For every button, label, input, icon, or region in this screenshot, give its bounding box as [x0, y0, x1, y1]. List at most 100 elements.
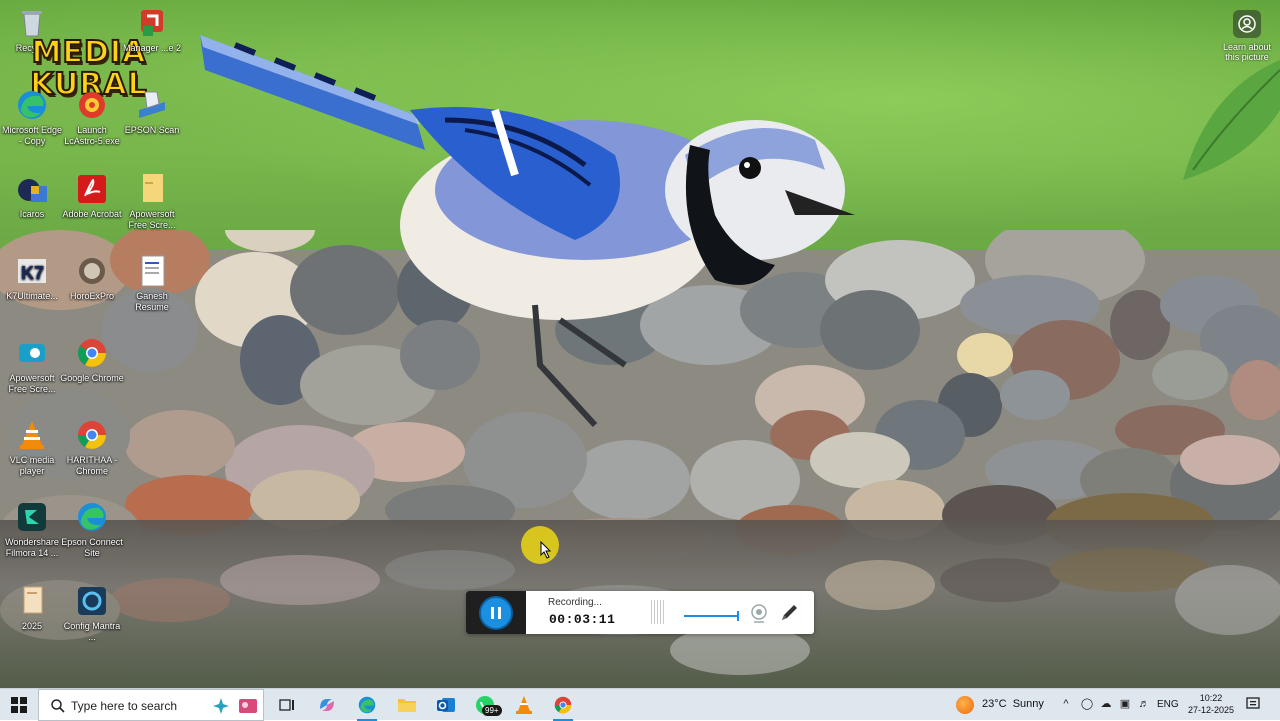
- taskbar-file-explorer[interactable]: [388, 689, 426, 721]
- webcam-icon[interactable]: [748, 602, 770, 624]
- desktop-icon-apowersoft-2[interactable]: Apowersoft Free Scre...: [0, 336, 64, 395]
- camera-circle-icon: [1233, 10, 1261, 38]
- desktop-icon-label: Adobe Acrobat: [62, 209, 122, 219]
- chrome-icon: [75, 418, 109, 452]
- mouse-pointer-icon: [540, 541, 552, 559]
- recording-timer: 00:03:11: [549, 612, 616, 627]
- desktop-icon-ganesh-resume[interactable]: Ganesh Resume: [120, 254, 184, 313]
- pause-icon: [491, 607, 494, 619]
- desktop-icon-chrome[interactable]: Google Chrome: [60, 336, 124, 384]
- desktop-icon-label: Apowersoft Free Scre...: [128, 209, 176, 230]
- desktop-icon-epson-scan[interactable]: EPSON Scan: [120, 88, 184, 136]
- network-icon[interactable]: ▣: [1118, 697, 1132, 711]
- desktop-icon-label: Config Mantra ...: [63, 621, 121, 642]
- desktop-icon-icaros[interactable]: Icaros: [0, 172, 64, 220]
- clock-date: 27-12-2025: [1187, 705, 1235, 715]
- desktop-icon-label: Apowersoft Free Scre...: [8, 373, 56, 394]
- recorder-control-area: [466, 591, 526, 634]
- horoexpro-icon: [75, 254, 109, 288]
- desktop-icon-edge-copy[interactable]: Microsoft Edge - Copy: [0, 88, 64, 147]
- weather-temperature: 23°C: [982, 698, 1007, 710]
- whatsapp-badge: 99+: [482, 705, 502, 716]
- chevron-up-icon[interactable]: ^: [1059, 697, 1073, 711]
- cloud-icon[interactable]: ☁: [1099, 697, 1113, 711]
- lcastro-icon: [75, 88, 109, 122]
- blue-jay-bird: [200, 35, 855, 428]
- edge-icon: [358, 696, 376, 714]
- desktop-icon-label: Epson Connect Site: [61, 537, 123, 558]
- desktop-icon-filmora[interactable]: Wondershare Filmora 14 ...: [0, 500, 64, 559]
- desktop-icon-label: K7Ultimate...: [6, 291, 58, 301]
- desktop-icon-haritha-chrome[interactable]: HARITHAA - Chrome: [60, 418, 124, 477]
- desktop-icon-label: 2025: [21, 621, 43, 631]
- tray-app-icon[interactable]: ◯: [1080, 697, 1094, 711]
- task-view-icon: [279, 699, 294, 711]
- search-placeholder: Type here to search: [71, 699, 178, 713]
- desktop-icon-label: Manager ...e 2: [122, 43, 182, 53]
- desktop-icon-horoexpro[interactable]: HoroExPro: [60, 254, 124, 302]
- taskbar: Type here to search 99+ 23°C Sunny ^ ◯ ☁…: [0, 688, 1280, 721]
- edge-icon: [15, 88, 49, 122]
- wallpaper-leaf: [1183, 60, 1280, 180]
- drag-handle[interactable]: [651, 600, 665, 624]
- desktop-icon-label: HoroExPro: [69, 291, 114, 301]
- desktop-icon-label: Icaros: [19, 209, 45, 219]
- pause-icon-bar: [498, 607, 501, 619]
- taskbar-chrome[interactable]: [544, 689, 582, 721]
- desktop-icon-label: HARITHAA - Chrome: [66, 455, 118, 476]
- learn-about-picture-button[interactable]: Learn about this picture: [1218, 10, 1276, 62]
- taskbar-edge[interactable]: [348, 689, 386, 721]
- desktop-icon-manager[interactable]: Manager ...e 2: [120, 6, 184, 54]
- desktop-icon-k7[interactable]: K7 K7Ultimate...: [0, 254, 64, 302]
- desktop-icon-label: Launch LcAstro-5.exe: [64, 125, 120, 146]
- input-language[interactable]: ENG: [1157, 699, 1179, 710]
- desktop-icon-config-mantra[interactable]: Config Mantra ...: [60, 584, 124, 643]
- taskbar-whatsapp[interactable]: 99+: [466, 689, 504, 721]
- taskbar-clock[interactable]: 10:22 27-12-2025: [1184, 692, 1238, 716]
- desktop-icon-vlc[interactable]: VLC media player: [0, 418, 64, 477]
- vlc-icon: [15, 418, 49, 452]
- audio-level-slider[interactable]: [684, 611, 739, 621]
- desktop-icon-epson-connect[interactable]: Epson Connect Site: [60, 500, 124, 559]
- task-view-button[interactable]: [268, 689, 306, 721]
- search-highlight-image-icon: [239, 699, 257, 713]
- taskbar-vlc[interactable]: [505, 689, 543, 721]
- pause-recording-button[interactable]: [479, 596, 513, 630]
- icaros-icon: [15, 172, 49, 206]
- svg-text:K7: K7: [21, 263, 44, 283]
- desktop-icon-label: Microsoft Edge - Copy: [1, 125, 63, 146]
- clock-time: 10:22: [1199, 693, 1223, 703]
- desktop-icon-folder-2025[interactable]: 2025: [0, 584, 64, 632]
- folder-icon: [15, 584, 49, 618]
- desktop-wallpaper: [0, 0, 1280, 688]
- notifications-icon[interactable]: [1246, 697, 1260, 711]
- desktop-icon-acrobat[interactable]: Adobe Acrobat: [60, 172, 124, 220]
- chrome-icon: [554, 696, 572, 714]
- annotate-pen-icon[interactable]: [778, 602, 800, 624]
- filmora-icon: [15, 500, 49, 534]
- taskbar-search-box[interactable]: Type here to search: [38, 689, 264, 721]
- weather-widget[interactable]: 23°C Sunny: [982, 698, 1044, 710]
- copilot-icon: [320, 699, 334, 711]
- start-button[interactable]: [0, 689, 38, 721]
- outlook-icon: [437, 698, 455, 712]
- desktop-icon-label: Wondershare Filmora 14 ...: [5, 537, 59, 558]
- weather-condition: Sunny: [1012, 698, 1044, 710]
- taskbar-copilot[interactable]: [308, 689, 346, 721]
- desktop-icon-label: VLC media player: [9, 455, 55, 476]
- learn-about-label: Learn about this picture: [1222, 42, 1272, 62]
- folder-icon: [398, 699, 416, 712]
- desktop-icon-apowersoft-1[interactable]: Apowersoft Free Scre...: [120, 172, 184, 231]
- search-icon: [51, 699, 65, 713]
- config-mantra-icon: [75, 584, 109, 618]
- weather-icon[interactable]: [956, 696, 974, 714]
- taskbar-outlook[interactable]: [427, 689, 465, 721]
- apowersoft-icon: [15, 336, 49, 370]
- manager-icon: [135, 6, 169, 40]
- volume-icon[interactable]: ♬: [1137, 697, 1151, 711]
- vlc-icon: [516, 696, 532, 714]
- windows-logo-icon: [11, 697, 27, 713]
- pdf-icon: [75, 172, 109, 206]
- file-icon: [135, 172, 169, 206]
- desktop-icon-lcastro[interactable]: Launch LcAstro-5.exe: [60, 88, 124, 147]
